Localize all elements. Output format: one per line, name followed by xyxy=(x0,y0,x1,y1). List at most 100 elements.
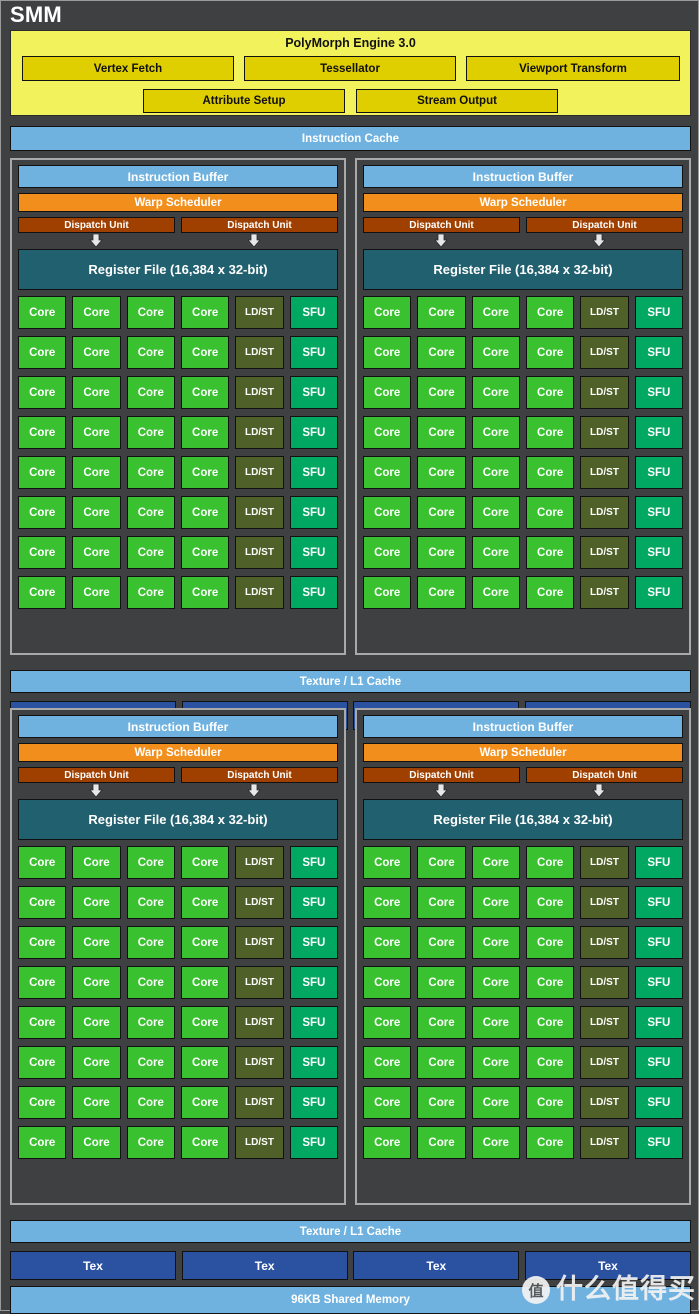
core-unit[interactable]: Core xyxy=(181,1006,229,1039)
core-unit[interactable]: Core xyxy=(127,886,175,919)
sfu-unit[interactable]: SFU xyxy=(290,336,338,369)
core-unit[interactable]: Core xyxy=(72,966,120,999)
polymorph-attribute-setup[interactable]: Attribute Setup xyxy=(143,89,345,113)
core-unit[interactable]: Core xyxy=(417,496,465,529)
sfu-unit[interactable]: SFU xyxy=(290,1006,338,1039)
core-unit[interactable]: Core xyxy=(472,1086,520,1119)
sfu-unit[interactable]: SFU xyxy=(635,966,683,999)
ldst-unit[interactable]: LD/ST xyxy=(235,456,283,489)
core-unit[interactable]: Core xyxy=(526,576,574,609)
core-unit[interactable]: Core xyxy=(181,296,229,329)
sfu-unit[interactable]: SFU xyxy=(290,886,338,919)
core-unit[interactable]: Core xyxy=(472,416,520,449)
sfu-unit[interactable]: SFU xyxy=(290,926,338,959)
sfu-unit[interactable]: SFU xyxy=(635,536,683,569)
core-unit[interactable]: Core xyxy=(127,496,175,529)
ldst-unit[interactable]: LD/ST xyxy=(235,966,283,999)
core-unit[interactable]: Core xyxy=(18,376,66,409)
core-unit[interactable]: Core xyxy=(72,1086,120,1119)
core-unit[interactable]: Core xyxy=(72,886,120,919)
core-unit[interactable]: Core xyxy=(417,536,465,569)
ldst-unit[interactable]: LD/ST xyxy=(235,846,283,879)
ldst-unit[interactable]: LD/ST xyxy=(580,1046,628,1079)
core-unit[interactable]: Core xyxy=(127,296,175,329)
core-unit[interactable]: Core xyxy=(472,886,520,919)
dispatch-unit[interactable]: Dispatch Unit xyxy=(526,767,683,783)
core-unit[interactable]: Core xyxy=(363,536,411,569)
warp-scheduler[interactable]: Warp Scheduler xyxy=(18,193,338,212)
core-unit[interactable]: Core xyxy=(181,886,229,919)
sfu-unit[interactable]: SFU xyxy=(290,1046,338,1079)
sfu-unit[interactable]: SFU xyxy=(635,1006,683,1039)
sfu-unit[interactable]: SFU xyxy=(290,1086,338,1119)
core-unit[interactable]: Core xyxy=(181,966,229,999)
ldst-unit[interactable]: LD/ST xyxy=(580,536,628,569)
core-unit[interactable]: Core xyxy=(18,296,66,329)
core-unit[interactable]: Core xyxy=(363,1046,411,1079)
ldst-unit[interactable]: LD/ST xyxy=(580,336,628,369)
ldst-unit[interactable]: LD/ST xyxy=(580,576,628,609)
ldst-unit[interactable]: LD/ST xyxy=(235,296,283,329)
sfu-unit[interactable]: SFU xyxy=(635,1126,683,1159)
sfu-unit[interactable]: SFU xyxy=(635,886,683,919)
core-unit[interactable]: Core xyxy=(181,496,229,529)
core-unit[interactable]: Core xyxy=(127,536,175,569)
core-unit[interactable]: Core xyxy=(526,1006,574,1039)
core-unit[interactable]: Core xyxy=(363,1126,411,1159)
core-unit[interactable]: Core xyxy=(181,1126,229,1159)
register-file[interactable]: Register File (16,384 x 32-bit) xyxy=(18,249,338,290)
core-unit[interactable]: Core xyxy=(363,926,411,959)
core-unit[interactable]: Core xyxy=(72,296,120,329)
core-unit[interactable]: Core xyxy=(417,336,465,369)
core-unit[interactable]: Core xyxy=(417,846,465,879)
core-unit[interactable]: Core xyxy=(417,456,465,489)
core-unit[interactable]: Core xyxy=(18,496,66,529)
core-unit[interactable]: Core xyxy=(363,376,411,409)
ldst-unit[interactable]: LD/ST xyxy=(235,926,283,959)
core-unit[interactable]: Core xyxy=(472,966,520,999)
core-unit[interactable]: Core xyxy=(417,1086,465,1119)
core-unit[interactable]: Core xyxy=(472,296,520,329)
core-unit[interactable]: Core xyxy=(72,456,120,489)
core-unit[interactable]: Core xyxy=(72,1006,120,1039)
core-unit[interactable]: Core xyxy=(72,376,120,409)
tex-unit[interactable]: Tex xyxy=(525,1251,691,1280)
ldst-unit[interactable]: LD/ST xyxy=(235,1086,283,1119)
core-unit[interactable]: Core xyxy=(526,536,574,569)
core-unit[interactable]: Core xyxy=(181,1086,229,1119)
instruction-buffer[interactable]: Instruction Buffer xyxy=(18,715,338,738)
core-unit[interactable]: Core xyxy=(417,1006,465,1039)
core-unit[interactable]: Core xyxy=(526,1046,574,1079)
core-unit[interactable]: Core xyxy=(417,376,465,409)
tex-unit[interactable]: Tex xyxy=(353,1251,519,1280)
core-unit[interactable]: Core xyxy=(417,1126,465,1159)
polymorph-viewport-transform[interactable]: Viewport Transform xyxy=(466,56,680,81)
instruction-buffer[interactable]: Instruction Buffer xyxy=(363,715,683,738)
dispatch-unit[interactable]: Dispatch Unit xyxy=(181,217,338,233)
ldst-unit[interactable]: LD/ST xyxy=(580,886,628,919)
core-unit[interactable]: Core xyxy=(18,1086,66,1119)
core-unit[interactable]: Core xyxy=(526,376,574,409)
instruction-buffer[interactable]: Instruction Buffer xyxy=(18,165,338,188)
core-unit[interactable]: Core xyxy=(526,886,574,919)
core-unit[interactable]: Core xyxy=(472,376,520,409)
core-unit[interactable]: Core xyxy=(526,926,574,959)
dispatch-unit[interactable]: Dispatch Unit xyxy=(18,767,175,783)
ldst-unit[interactable]: LD/ST xyxy=(235,1126,283,1159)
core-unit[interactable]: Core xyxy=(181,576,229,609)
register-file[interactable]: Register File (16,384 x 32-bit) xyxy=(363,799,683,840)
core-unit[interactable]: Core xyxy=(417,1046,465,1079)
core-unit[interactable]: Core xyxy=(417,926,465,959)
core-unit[interactable]: Core xyxy=(127,846,175,879)
core-unit[interactable]: Core xyxy=(472,496,520,529)
ldst-unit[interactable]: LD/ST xyxy=(580,296,628,329)
core-unit[interactable]: Core xyxy=(472,336,520,369)
core-unit[interactable]: Core xyxy=(127,576,175,609)
core-unit[interactable]: Core xyxy=(18,336,66,369)
ldst-unit[interactable]: LD/ST xyxy=(235,576,283,609)
ldst-unit[interactable]: LD/ST xyxy=(235,1006,283,1039)
polymorph-tessellator[interactable]: Tessellator xyxy=(244,56,456,81)
sfu-unit[interactable]: SFU xyxy=(290,376,338,409)
core-unit[interactable]: Core xyxy=(72,1126,120,1159)
core-unit[interactable]: Core xyxy=(127,456,175,489)
